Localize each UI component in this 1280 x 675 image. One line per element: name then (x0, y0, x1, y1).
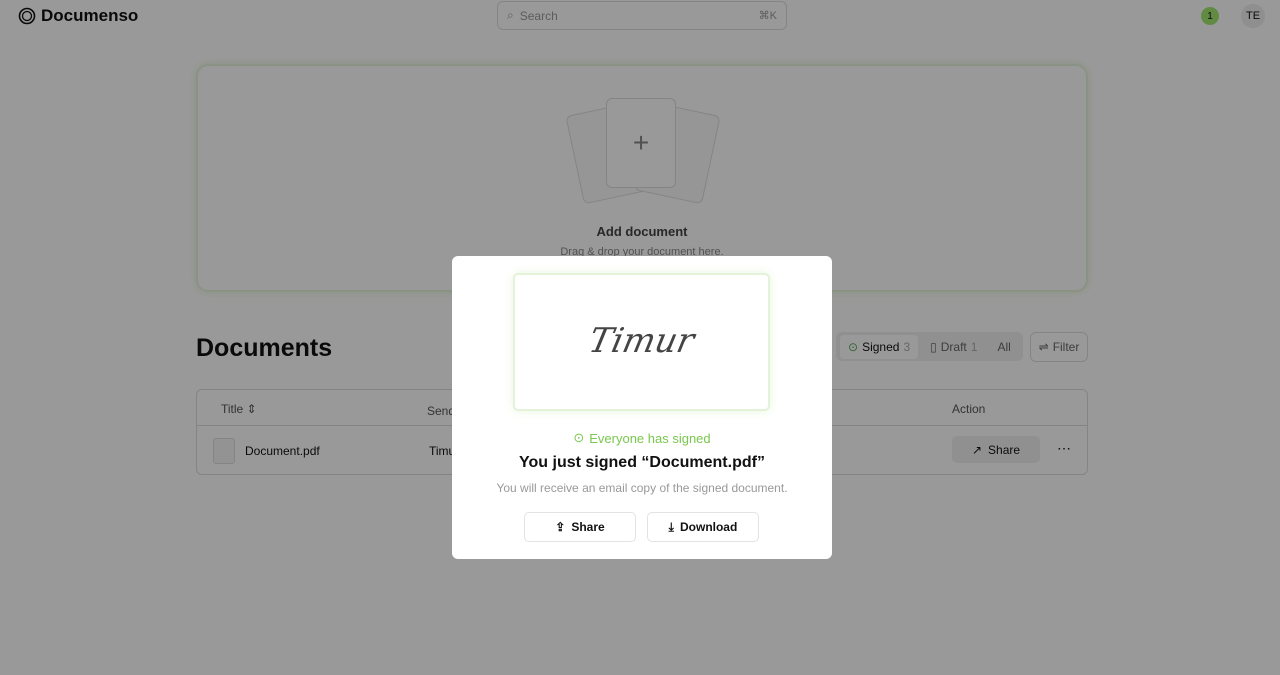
dialog-subtitle: You will receive an email copy of the si… (496, 481, 788, 495)
signature-text: Timur (585, 321, 698, 361)
share-label: Share (571, 520, 605, 534)
share-icon: ⇪ (555, 520, 566, 534)
download-button[interactable]: ⤓ Download (647, 512, 759, 542)
download-icon: ⤓ (668, 519, 674, 534)
signature-preview: Timur (513, 273, 770, 411)
status-text: Everyone has signed (589, 430, 711, 446)
dialog-title: You just signed “Document.pdf” (519, 454, 765, 471)
check-circle-icon: ⊙ (573, 430, 585, 445)
download-label: Download (679, 520, 738, 534)
signed-dialog: Timur ⊙ Everyone has signed You just sign… (452, 256, 832, 559)
share-button[interactable]: ⇪ Share (524, 512, 636, 542)
status-message: ⊙ Everyone has signed (452, 430, 832, 446)
